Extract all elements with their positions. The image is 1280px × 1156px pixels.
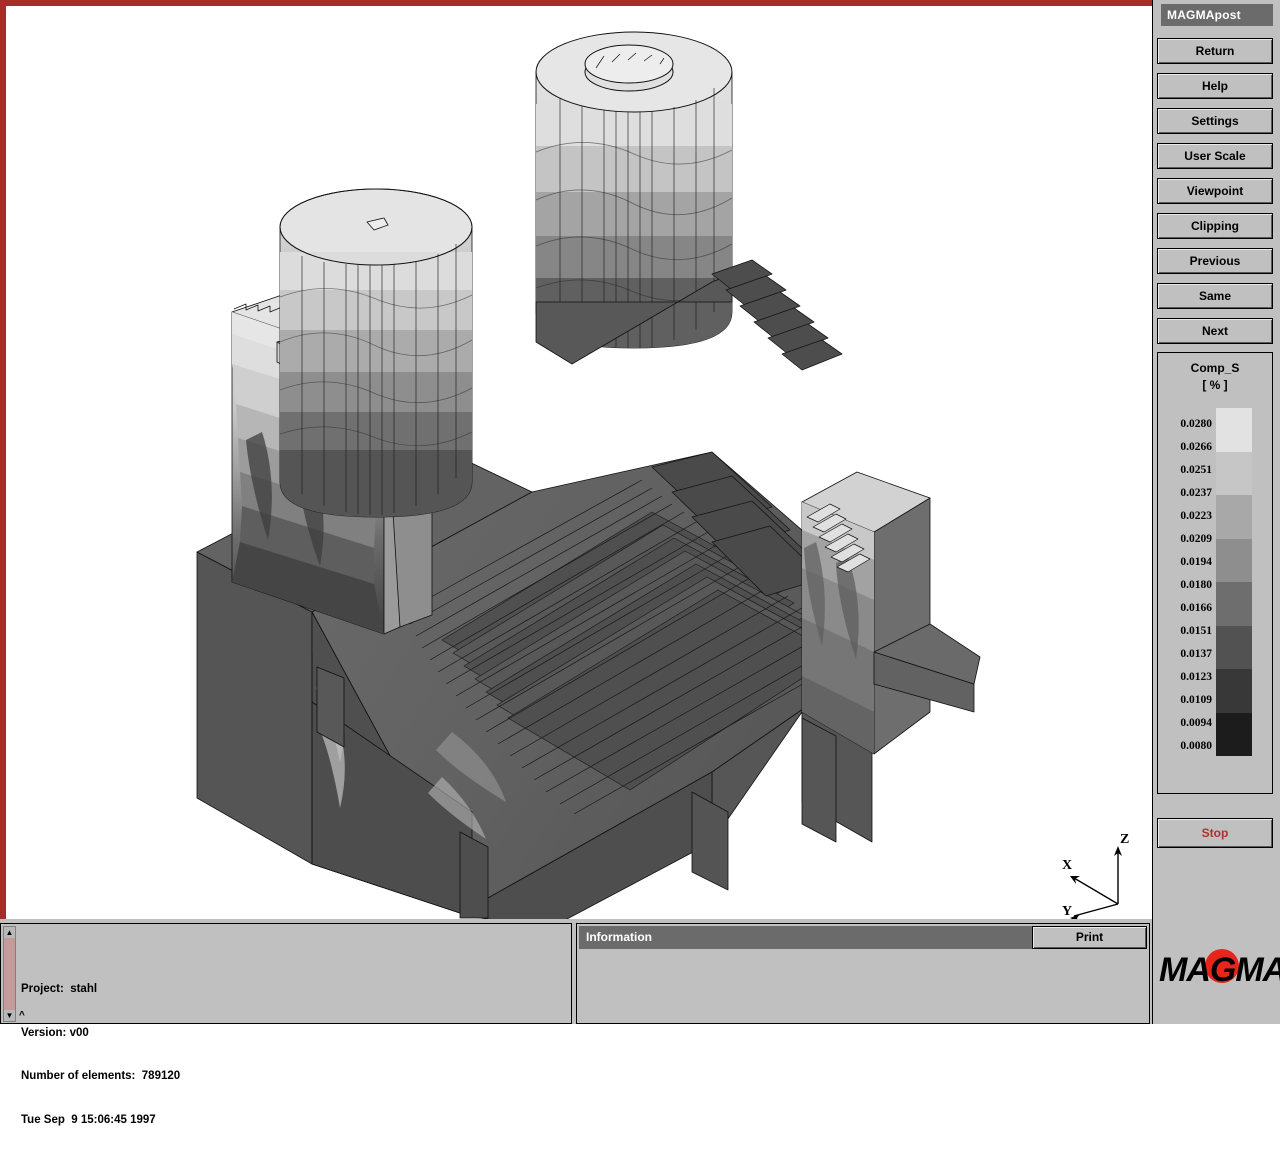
viewpoint-button[interactable]: Viewpoint — [1157, 178, 1273, 204]
casting-simulation-render — [12, 12, 1158, 919]
print-button[interactable]: Print — [1032, 926, 1147, 949]
project-info-text: Project: stahl Version: v00 Number of el… — [21, 953, 180, 1156]
legend-unit: [ % ] — [1202, 378, 1228, 392]
legend-value-14: 0.0080 — [1180, 740, 1212, 752]
legend-swatch-7 — [1216, 712, 1252, 756]
legend-value-1: 0.0266 — [1180, 441, 1212, 453]
legend-swatch-6 — [1216, 669, 1252, 713]
help-button[interactable]: Help — [1157, 73, 1273, 99]
legend-value-12: 0.0109 — [1180, 694, 1212, 706]
control-panel: MAGMApost Return Help Settings User Scal… — [1152, 0, 1280, 919]
color-legend: Comp_S [ % ] 0.0280 0.0266 0.0251 0.0237 0.0… — [1157, 352, 1273, 794]
legend-color-bar — [1216, 408, 1252, 756]
user-scale-button[interactable]: User Scale — [1157, 143, 1273, 169]
legend-value-8: 0.0166 — [1180, 602, 1212, 614]
legend-value-0: 0.0280 — [1180, 418, 1212, 430]
legend-swatch-4 — [1216, 582, 1252, 626]
project-timestamp-line: Tue Sep 9 15:06:45 1997 — [21, 1113, 156, 1126]
scroll-up-arrow[interactable]: ▲ — [4, 927, 15, 938]
return-button[interactable]: Return — [1157, 38, 1273, 64]
text-caret: ^ — [19, 1010, 25, 1021]
legend-value-5: 0.0209 — [1180, 533, 1212, 545]
legend-swatch-0 — [1216, 408, 1252, 452]
information-panel: Information Print — [576, 923, 1150, 1024]
stop-button[interactable]: Stop — [1157, 818, 1273, 848]
project-scrollbar[interactable]: ▲ ▼ — [3, 926, 16, 1022]
legend-value-11: 0.0123 — [1180, 671, 1212, 683]
bottom-area: ▲ ▼ Project: stahl Version: v00 Number o… — [0, 919, 1280, 1126]
project-info-panel: ▲ ▼ Project: stahl Version: v00 Number o… — [0, 923, 572, 1126]
previous-button[interactable]: Previous — [1157, 248, 1273, 274]
viewport-frame: Z X Y — [0, 0, 1158, 925]
logo-panel: MAGMA — [1152, 919, 1280, 1024]
legend-swatch-1 — [1216, 451, 1252, 495]
panel-title: MAGMApost — [1161, 4, 1273, 26]
project-version-line: Version: v00 — [21, 1026, 89, 1039]
project-name-line: Project: stahl — [21, 983, 98, 995]
project-scroll-thumb[interactable] — [4, 938, 15, 1020]
legend-title: Comp_S — [1190, 361, 1240, 375]
scroll-down-arrow[interactable]: ▼ — [4, 1010, 15, 1021]
legend-swatch-3 — [1216, 538, 1252, 582]
information-header: Information Print — [579, 926, 1147, 949]
clipping-button[interactable]: Clipping — [1157, 213, 1273, 239]
next-button[interactable]: Next — [1157, 318, 1273, 344]
legend-swatch-5 — [1216, 625, 1252, 669]
legend-value-4: 0.0223 — [1180, 510, 1212, 522]
project-elements-line: Number of elements: 789120 — [21, 1070, 181, 1082]
magmapost-application: Z X Y MAGMApost Return Help Settings Use… — [0, 0, 1280, 1126]
legend-value-2: 0.0251 — [1180, 464, 1212, 476]
logo-text: MAGMA — [1159, 951, 1280, 989]
same-button[interactable]: Same — [1157, 283, 1273, 309]
legend-swatch-2 — [1216, 495, 1252, 539]
legend-value-9: 0.0151 — [1180, 625, 1212, 637]
settings-button[interactable]: Settings — [1157, 108, 1273, 134]
legend-value-6: 0.0194 — [1180, 556, 1212, 568]
information-label: Information — [579, 926, 1032, 949]
magma-logo: MAGMA — [1159, 947, 1280, 993]
legend-value-13: 0.0094 — [1180, 717, 1212, 729]
legend-value-labels: 0.0280 0.0266 0.0251 0.0237 0.0223 0.0209 0.01… — [1162, 408, 1212, 756]
legend-value-7: 0.0180 — [1180, 579, 1212, 591]
legend-value-10: 0.0137 — [1180, 648, 1212, 660]
legend-value-3: 0.0237 — [1180, 487, 1212, 499]
3d-viewport[interactable]: Z X Y — [12, 12, 1158, 919]
